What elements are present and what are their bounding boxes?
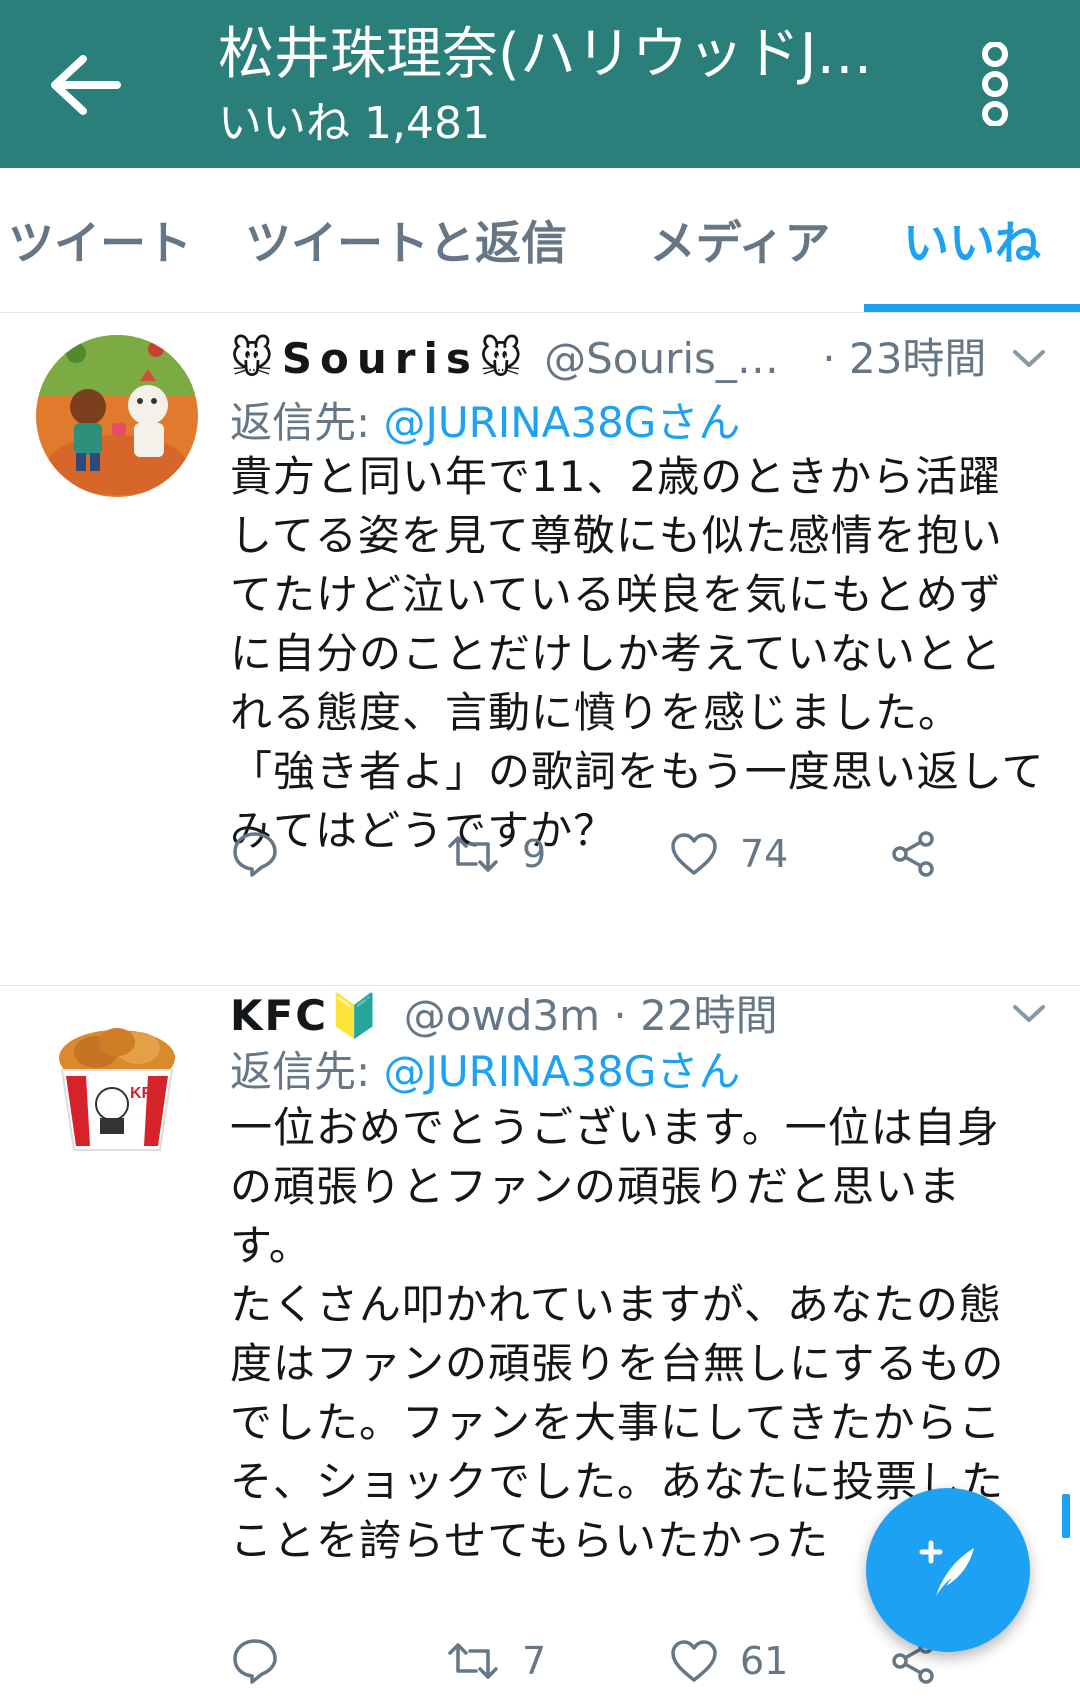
chevron-down-icon [1013, 1005, 1045, 1022]
reply-label: 返信先: [230, 1047, 371, 1096]
retweet-icon [448, 836, 498, 872]
arrow-left-icon [51, 55, 121, 115]
profile-tabs: ツイート ツイートと返信 メディア いいね [0, 168, 1080, 313]
back-button[interactable] [40, 40, 130, 130]
share-button[interactable] [890, 819, 938, 889]
user-handle[interactable]: @owd3m [404, 991, 600, 1040]
tab-tweets-and-replies[interactable]: ツイートと返信 [236, 168, 576, 312]
reply-mention-link[interactable]: @JURINA38Gさん [384, 398, 741, 447]
tweet-actions: 7 61 [230, 1626, 990, 1696]
separator-dot: · [613, 991, 627, 1040]
likes-label: いいね [218, 98, 350, 149]
reply-icon [233, 1639, 277, 1684]
reply-icon [233, 832, 277, 877]
tab-likes[interactable]: いいね [864, 168, 1080, 312]
tweet-time: 22時間 [640, 991, 778, 1040]
compose-tweet-icon [919, 1540, 974, 1596]
reply-context: 返信先: @JURINA38Gさん [230, 1042, 740, 1102]
display-name[interactable]: 🐭Souris🐭 [230, 334, 531, 383]
tweet-text: 貴方と同い年で11、2歳のときから活躍 してる姿を見て尊敬にも似た感情を抱い て… [230, 452, 1045, 855]
svg-text:KFC: KFC [130, 1085, 163, 1102]
reply-context: 返信先: @JURINA38Gさん [230, 393, 740, 453]
reply-button[interactable] [230, 819, 280, 889]
retweet-button[interactable]: 9 [446, 819, 546, 889]
like-button[interactable]: 61 [670, 1626, 788, 1696]
retweet-count: 7 [522, 1639, 547, 1683]
share-icon [892, 831, 934, 877]
tweet-actions: 9 74 [230, 819, 990, 889]
reply-mention-link[interactable]: @JURINA38Gさん [384, 1047, 741, 1096]
likes-count-subtitle: いいね 1,481 [218, 96, 490, 152]
retweet-icon [448, 1643, 498, 1679]
profile-name-title: 松井珠理奈(ハリウッドJ… [218, 22, 873, 87]
avatar[interactable] [36, 335, 198, 497]
like-count: 61 [740, 1639, 789, 1683]
retweet-count: 9 [522, 832, 547, 876]
tweet-header: 🐭Souris🐭 @Souris_… · 23時間 [230, 323, 1010, 395]
tab-media[interactable]: メディア [620, 168, 860, 312]
tweet-card[interactable]: 🐭Souris🐭 @Souris_… · 23時間 返信先: @JURINA38… [0, 313, 1080, 986]
app-screen: 松井珠理奈(ハリウッドJ… いいね 1,481 ツイート ツイートと返信 メディア… [0, 0, 1080, 1701]
compose-tweet-button[interactable] [866, 1488, 1030, 1652]
reply-button[interactable] [230, 1626, 280, 1696]
heart-icon [671, 833, 717, 875]
top-app-bar: 松井珠理奈(ハリウッドJ… いいね 1,481 [0, 0, 1080, 168]
heart-icon [671, 1640, 717, 1682]
more-vertical-icon [982, 42, 1008, 126]
like-button[interactable]: 74 [670, 819, 788, 889]
tab-tweets[interactable]: ツイート [0, 168, 200, 312]
scrollbar-thumb[interactable] [1062, 1494, 1070, 1538]
retweet-button[interactable]: 7 [446, 1626, 546, 1696]
separator-dot: · [822, 334, 836, 383]
chevron-down-icon [1013, 350, 1045, 367]
tweet-menu-button[interactable] [1006, 339, 1052, 379]
tweet-menu-button[interactable] [1006, 994, 1052, 1034]
tweet-time: 23時間 [848, 334, 987, 383]
like-count: 74 [740, 832, 789, 876]
display-name[interactable]: KFC🔰 [230, 991, 382, 1040]
more-options-button[interactable] [960, 34, 1030, 134]
active-tab-indicator [864, 304, 1080, 312]
likes-count: 1,481 [364, 98, 490, 149]
avatar[interactable]: KFC [36, 1012, 198, 1174]
reply-label: 返信先: [230, 398, 371, 447]
user-handle[interactable]: @Souris_… [544, 334, 779, 383]
